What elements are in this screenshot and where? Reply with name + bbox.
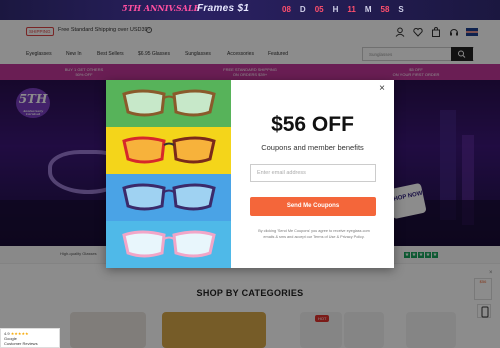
countdown-seconds-unit: S — [398, 5, 404, 14]
pink-glasses-image — [122, 230, 216, 258]
patterned-glasses-image — [122, 183, 216, 211]
red-glasses-image — [122, 136, 216, 164]
countdown-days: 08 — [282, 5, 291, 14]
google-reviews-badge[interactable]: 4.9 ★★★★★ Google Customer Reviews — [0, 328, 60, 348]
countdown-hours-unit: H — [332, 5, 339, 14]
glasses-stripes — [106, 80, 231, 268]
modal-close-icon[interactable]: × — [376, 84, 388, 96]
tortoise-glasses-image — [122, 89, 216, 117]
send-coupons-button[interactable]: Send Me Coupons — [250, 197, 376, 216]
promo-banner[interactable]: 5TH ANNIV.SALE Frames $1 08 D 05 H 11 M … — [0, 0, 500, 20]
countdown-hours: 05 — [314, 5, 324, 14]
countdown-timer: 08 D 05 H 11 M 58 S — [282, 5, 404, 14]
countdown-seconds: 58 — [380, 5, 390, 14]
google-sub-label: Customer Reviews — [4, 341, 38, 346]
email-field[interactable] — [250, 164, 376, 182]
anniversary-logo: 5TH ANNIV.SALE — [122, 3, 200, 13]
frames-offer: Frames $1 — [197, 3, 250, 14]
countdown-minutes: 11 — [347, 5, 356, 14]
modal-heading: $56 OFF — [271, 113, 354, 136]
countdown-minutes-unit: M — [364, 5, 372, 14]
modal-subheading: Coupons and member benefits — [261, 143, 364, 152]
modal-disclaimer: By clicking 'Send Me Coupons' you agree … — [258, 229, 370, 239]
countdown-days-unit: D — [299, 5, 306, 14]
